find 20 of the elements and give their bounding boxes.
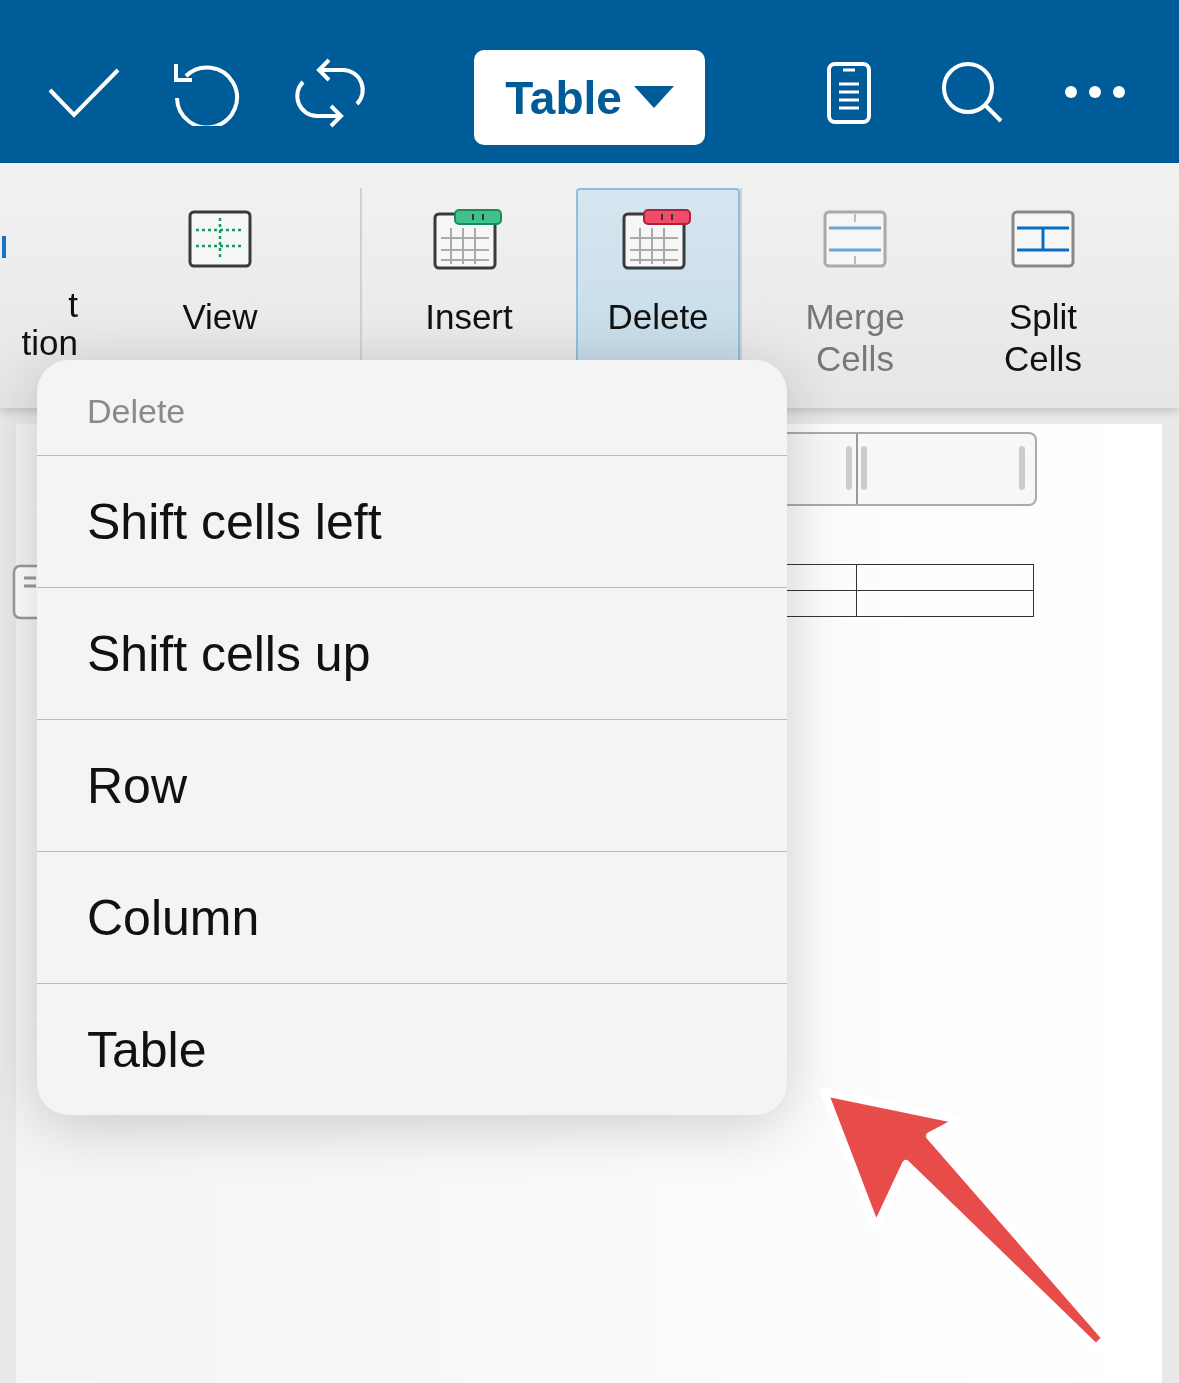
table-insert-icon (433, 208, 505, 270)
ribbon-icon (2, 236, 8, 258)
phone-icon[interactable] (827, 62, 871, 124)
gridlines-icon (188, 208, 252, 270)
table-delete-icon (622, 208, 694, 270)
checkmark-icon[interactable] (48, 68, 120, 118)
ribbon-button[interactable]: Split Cells (968, 188, 1118, 388)
table-dropdown[interactable]: Table (474, 50, 705, 145)
menu-header: Delete (37, 360, 787, 456)
menu-item[interactable]: Table (37, 984, 787, 1115)
redo-icon[interactable] (293, 58, 367, 128)
split-cells-icon (1011, 208, 1075, 270)
merge-cells-icon (823, 208, 887, 270)
search-icon[interactable] (940, 60, 1004, 124)
menu-item[interactable]: Row (37, 720, 787, 852)
menu-item[interactable]: Shift cells up (37, 588, 787, 720)
caret-icon (633, 85, 674, 110)
menu-item[interactable]: Column (37, 852, 787, 984)
more-icon[interactable] (1063, 84, 1127, 100)
menu-item[interactable]: Shift cells left (37, 456, 787, 588)
